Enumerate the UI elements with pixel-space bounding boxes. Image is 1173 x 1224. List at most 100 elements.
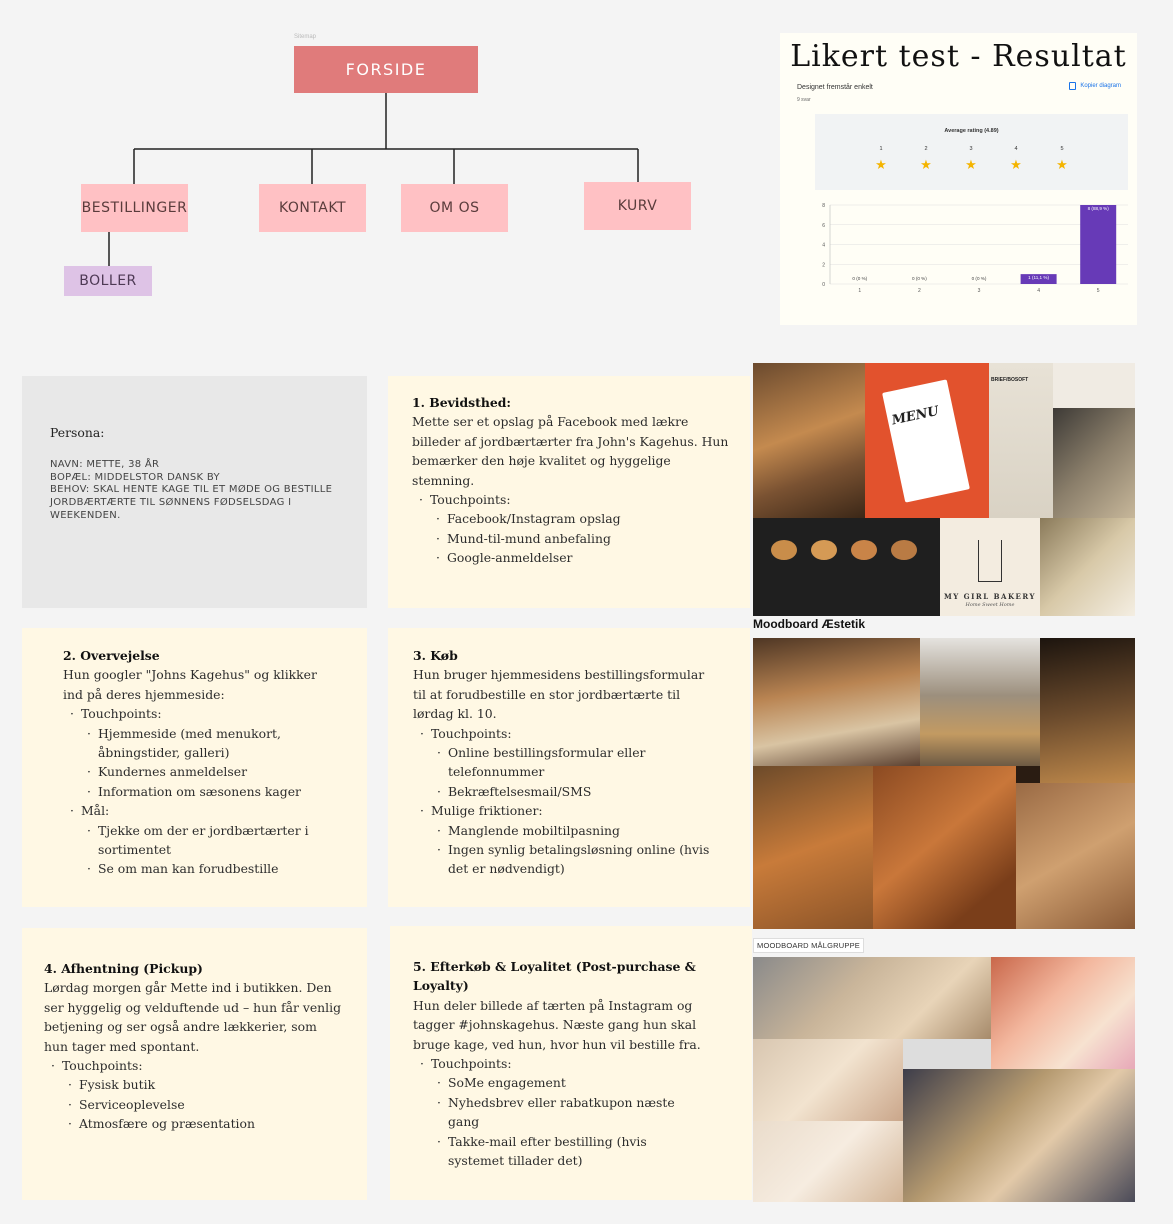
crowd-photo (753, 957, 991, 1039)
bread-thumb (851, 540, 877, 560)
coffee-photo (1040, 518, 1135, 616)
chart-y-tick-label: 0 (822, 282, 825, 288)
bread-thumb (771, 540, 797, 560)
card-title: 1. Bevidsthed: (412, 395, 512, 410)
persona-name: Navn: Mette, 38 år (50, 459, 160, 470)
touchpoints-label: Touchpoints: (412, 490, 734, 510)
pastry-display-photo (753, 766, 873, 929)
bakery-sign-photo: MY GIRL BAKERY Home Sweet Home (940, 518, 1040, 616)
card-body: Hun bruger hjemmesidens bestillingsformu… (413, 667, 705, 722)
likert-panel: Likert test - Resultat Designet fremstår… (780, 33, 1137, 325)
pretzel-photo (873, 766, 1016, 929)
brief-photo: BRIEF/BOSOFT (989, 363, 1053, 518)
moodboard-target-label: MOODBOARD MÅLGRUPPE (753, 938, 864, 953)
logo-stamp-photo (1053, 363, 1135, 408)
touchpoints-label: Touchpoints: (44, 1056, 344, 1076)
goals-label: Mål: (63, 801, 333, 821)
journey-card-loyalty: 5. Efterkøb & Loyalitet (Post-purchase &… (390, 926, 752, 1200)
touchpoints-label: Touchpoints: (413, 1054, 703, 1074)
card-title: 3. Køb (413, 648, 458, 663)
bakery-sign-text: MY GIRL BAKERY (944, 592, 1036, 601)
touchpoints-label: Touchpoints: (63, 704, 333, 724)
sitemap-node-bestillinger: BESTILLINGER (81, 184, 188, 232)
chart-x-tick-label: 1 (858, 288, 861, 294)
card-body: Mette ser et opslag på Facebook med lækr… (412, 414, 729, 488)
card-body: Lørdag morgen går Mette ind i butikken. … (44, 980, 342, 1054)
chart-data-label: 8 (88,9 %) (1088, 206, 1110, 211)
touchpoint-item: SoMe engagement (413, 1073, 703, 1093)
card-body: Hun googler "Johns Kagehus" og klikker i… (63, 667, 317, 702)
journey-card-awareness: 1. Bevidsthed: Mette ser et opslag på Fa… (388, 376, 750, 608)
moodboard-target (753, 957, 1135, 1202)
moodboard-aesthetic: MENU BRIEF/BOSOFT MY GIRL BAKERY Home Sw… (753, 363, 1135, 616)
journey-card-purchase: 3. Køb Hun bruger hjemmesidens bestillin… (388, 628, 750, 907)
touchpoint-item: Mund-til-mund anbefaling (412, 529, 734, 549)
cinnamon-rolls-photo (1016, 783, 1135, 929)
friction-item: Manglende mobiltilpasning (413, 821, 713, 841)
bread-shelf-photo (753, 363, 865, 518)
touchpoint-item: Information om sæsonens kager (63, 782, 333, 802)
bakery-sign-subtext: Home Sweet Home (965, 602, 1015, 608)
touchpoint-item: Hjemmeside (med menukort, åbningstider, … (63, 724, 333, 763)
bakery-counter-photo (753, 638, 920, 766)
woman-cupcake-photo (991, 957, 1135, 1069)
touchpoint-item: Serviceoplevelse (44, 1095, 344, 1115)
moodboard-aesthetic-label: Moodboard Æstetik (753, 617, 866, 631)
chart-bar (1080, 205, 1117, 284)
touchpoint-item: Online bestillingsformular eller telefon… (413, 743, 713, 782)
sitemap-node-forside: FORSIDE (294, 46, 478, 93)
touchpoint-item: Google-anmeldelser (412, 548, 734, 568)
touchpoint-item: Atmosfære og præsentation (44, 1114, 344, 1134)
chart-data-label: 0 (0 %) (852, 276, 867, 281)
goal-item: Se om man kan forudbestille (63, 859, 333, 879)
persona-residence: Bopæl: Middelstor dansk by (50, 471, 220, 483)
bread-thumb (891, 540, 917, 560)
touchpoint-item: Facebook/Instagram opslag (412, 509, 734, 529)
touchpoint-item: Kundernes anmeldelser (63, 762, 333, 782)
persona-heading: Persona: (50, 425, 105, 440)
bread-thumb (811, 540, 837, 560)
sitemap-node-kontakt: KONTAKT (259, 184, 366, 232)
web-menu-screenshot (753, 518, 940, 616)
card-title: 2. Overvejelse (63, 648, 160, 663)
chart-y-tick-label: 2 (822, 262, 825, 268)
card-body: Hun deler billede af tærten på Instagram… (413, 997, 701, 1052)
chart-x-tick-label: 3 (978, 288, 981, 294)
chart-y-tick-label: 6 (822, 223, 825, 229)
chart-y-tick-label: 8 (822, 203, 825, 209)
chart-x-tick-label: 2 (918, 288, 921, 294)
moodboard-bakery-photos (753, 638, 1135, 929)
chart-x-tick-label: 4 (1037, 288, 1040, 294)
card-title: 4. Afhentning (Pickup) (44, 961, 203, 976)
touchpoint-item: Nyhedsbrev eller rabatkupon næste gang (413, 1093, 703, 1132)
card-title: 5. Efterkøb & Loyalitet (Post-purchase &… (413, 959, 696, 994)
chart-x-tick-label: 5 (1097, 288, 1100, 294)
goal-item: Tjekke om der er jordbærtærter i sortime… (63, 821, 333, 860)
brief-label: BRIEF/BOSOFT (991, 377, 1029, 383)
friction-item: Ingen synlig betalingsløsning online (hv… (413, 840, 713, 879)
bread-wall-photo (1040, 638, 1135, 783)
touchpoint-item: Takke-mail efter bestilling (hvis system… (413, 1132, 703, 1171)
frictions-label: Mulige friktioner: (413, 801, 713, 821)
chart-data-label: 0 (0 %) (912, 276, 927, 281)
family-photo (753, 1039, 903, 1121)
touchpoint-item: Fysisk butik (44, 1075, 344, 1095)
sitemap-node-boller: BOLLER (64, 266, 152, 296)
persona-need: Behov: Skal hente kage til et møde og be… (50, 484, 333, 521)
persona-card: Persona: Navn: Mette, 38 år Bopæl: Midde… (22, 376, 367, 608)
sitemap: Sitemap FORSIDE BESTILLINGER KONTAKT OM … (0, 0, 760, 330)
bakery-shop-photo (920, 638, 1040, 766)
chart-y-tick-label: 4 (822, 243, 825, 249)
chart-data-label: 1 (11,1 %) (1028, 275, 1049, 280)
menu-card-image: MENU (882, 379, 970, 503)
bakery-house-icon (978, 540, 1002, 582)
generations-photo (753, 1121, 903, 1202)
menu-photo: MENU (865, 363, 989, 518)
touchpoint-item: Bekræftelsesmail/SMS (413, 782, 713, 802)
sitemap-node-om-os: OM OS (401, 184, 508, 232)
sitemap-node-kurv: KURV (584, 182, 691, 230)
bakery-interior-photo (1053, 408, 1135, 518)
likert-bar-chart: 0 2 4 6 8 0 (0 %) 1 0 (0 %) 2 0 (0 %) 3 1 (11,1 %) 4… (822, 203, 1128, 294)
persona-details: Navn: Mette, 38 år Bopæl: Middelstor dan… (50, 459, 350, 523)
party-photo (903, 1069, 1135, 1202)
